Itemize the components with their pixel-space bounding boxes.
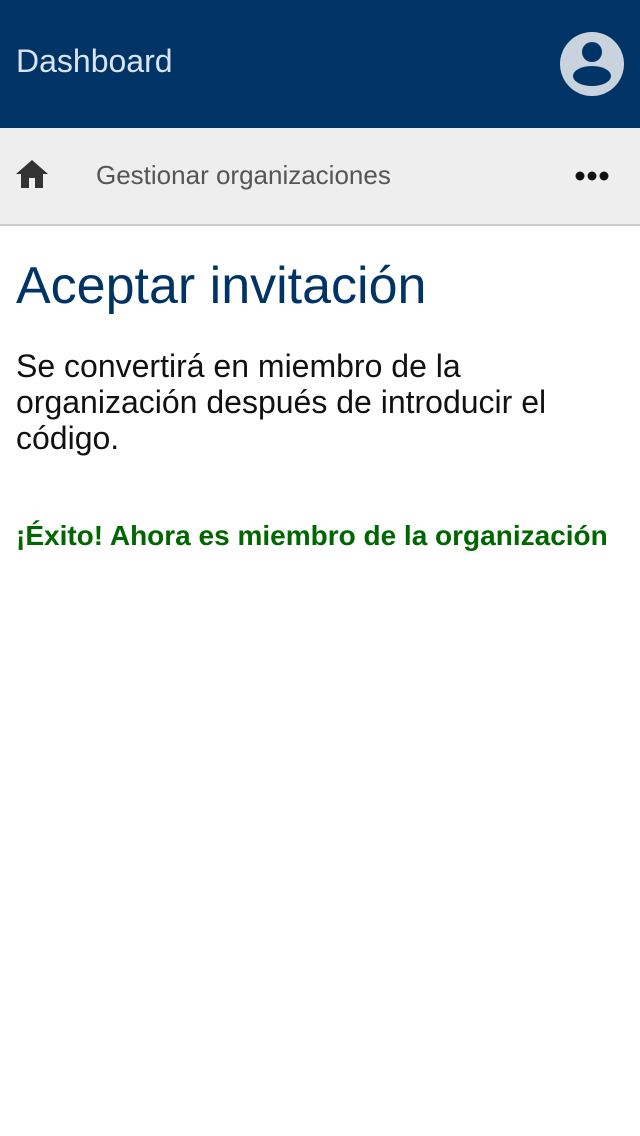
more-horizontal-icon[interactable] bbox=[572, 164, 612, 188]
account-circle-icon[interactable] bbox=[560, 32, 624, 96]
dashboard-link[interactable]: Dashboard bbox=[16, 40, 173, 82]
section-title: Gestionar organizaciones bbox=[96, 160, 391, 190]
success-message: ¡Éxito! Ahora es miembro de la organizac… bbox=[16, 520, 608, 551]
main-content: Aceptar invitación Se convertirá en miem… bbox=[16, 254, 616, 552]
app-bar: Dashboard bbox=[0, 0, 640, 128]
sub-navigation-bar: Gestionar organizaciones bbox=[0, 128, 640, 226]
invitation-description: Se convertirá en miembro de la organizac… bbox=[16, 348, 547, 456]
home-icon[interactable] bbox=[14, 156, 50, 192]
page-title: Aceptar invitación bbox=[16, 257, 427, 315]
